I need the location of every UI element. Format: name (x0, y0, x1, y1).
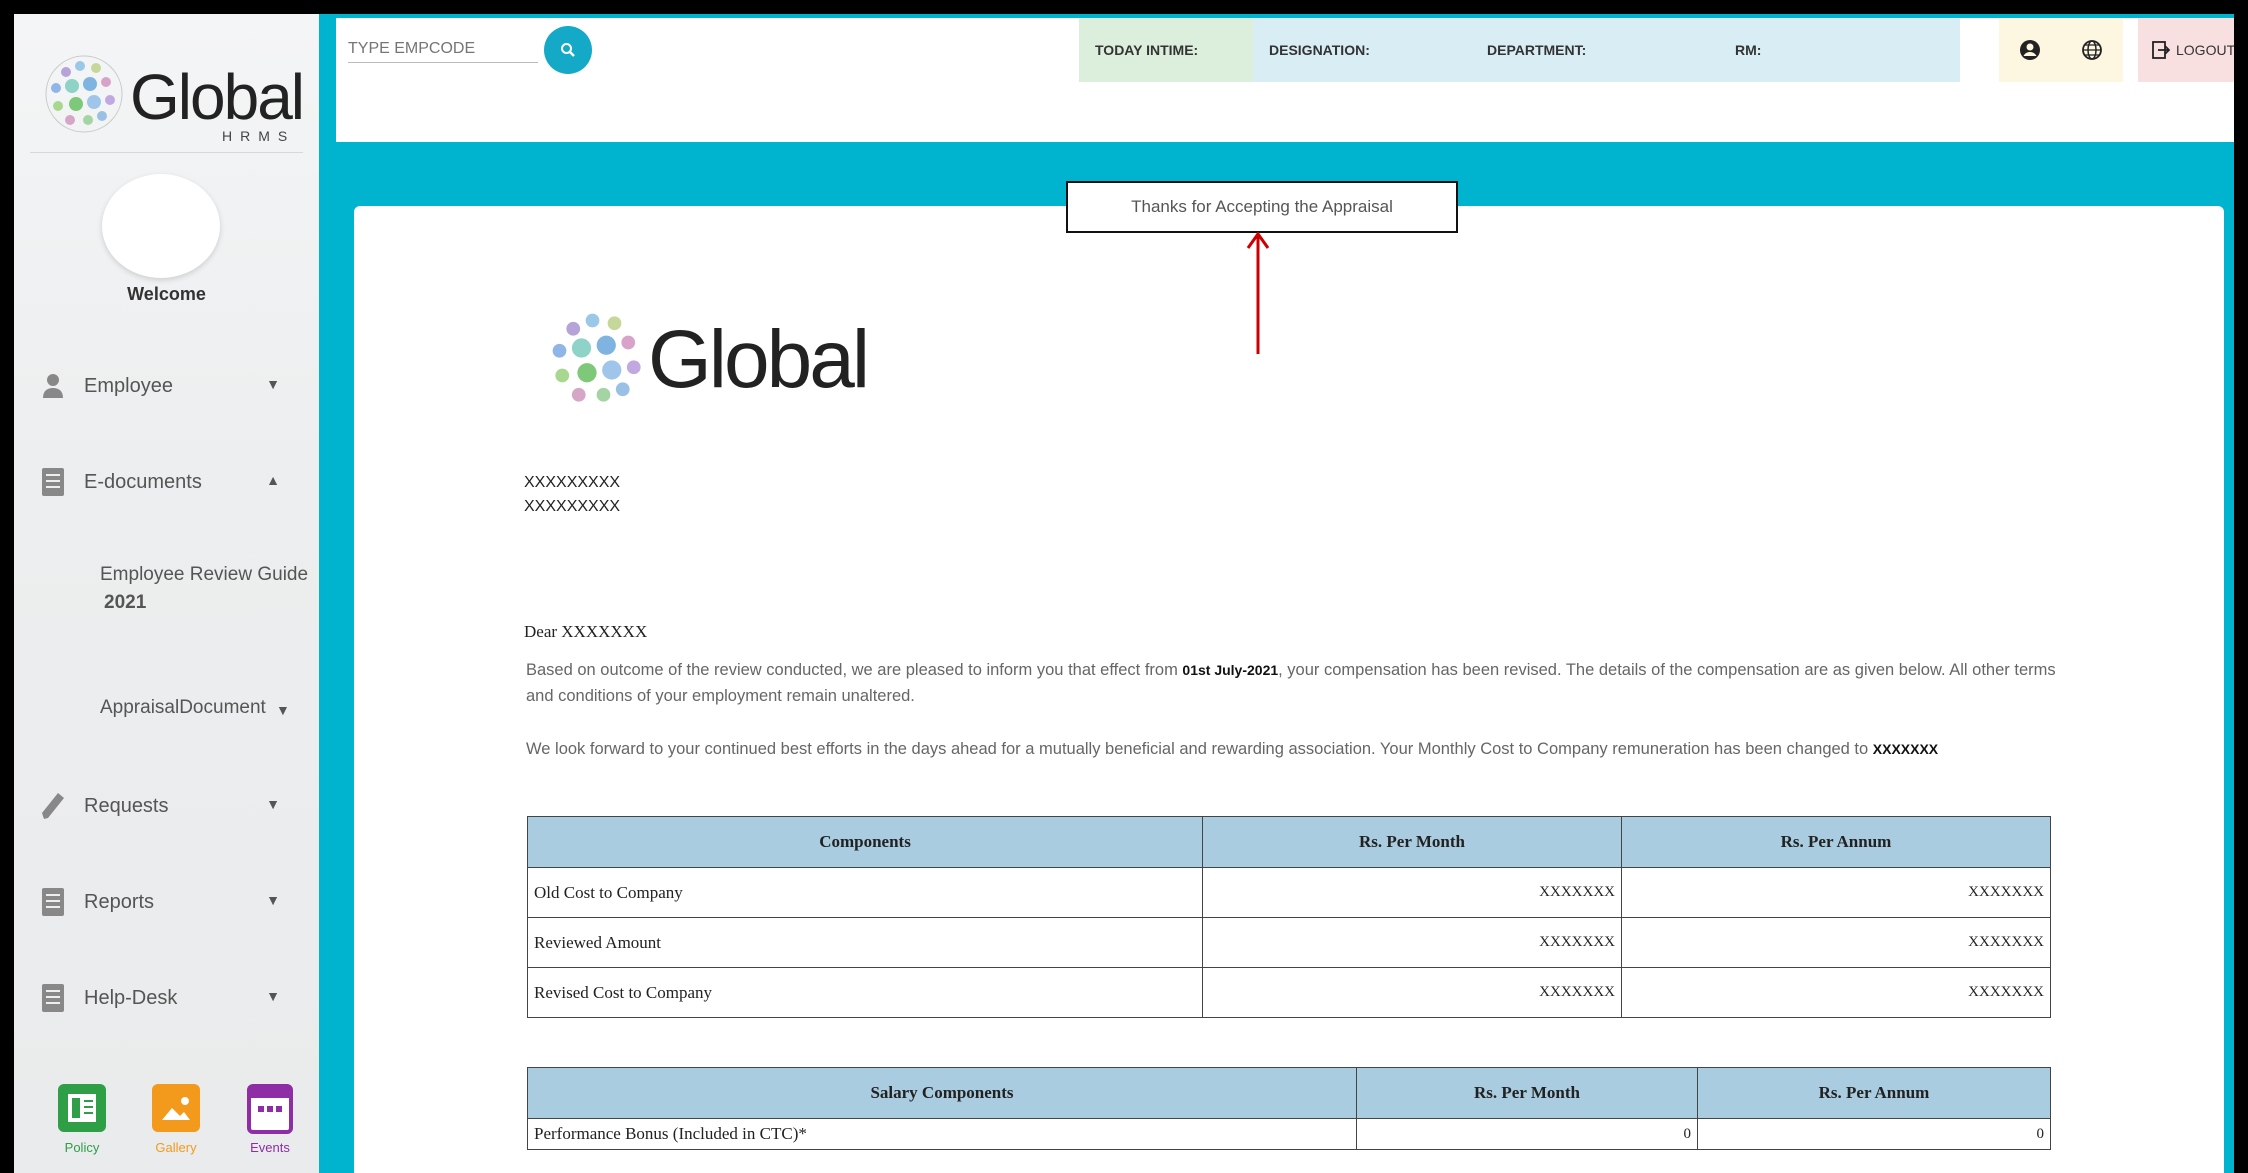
salary-components-table: Salary Components Rs. Per Month Rs. Per … (527, 1067, 2051, 1150)
avatar[interactable] (102, 174, 220, 278)
app-logo[interactable]: Global HRMS (44, 38, 305, 148)
arrow-up-icon (1246, 231, 1270, 354)
address-line-2: XXXXXXXXX (524, 498, 621, 515)
logout-button[interactable]: LOGOUT (2138, 18, 2234, 82)
user-button[interactable] (1999, 18, 2061, 82)
sidebar-item-requests[interactable]: Requests ▼ (36, 786, 298, 826)
sidebar-item-employee[interactable]: Employee ▼ (36, 366, 298, 406)
sidebar-subitem-appraisal-document[interactable]: AppraisalDocument ▼ (100, 694, 300, 722)
pencil-icon (36, 789, 70, 823)
compensation-table: Components Rs. Per Month Rs. Per Annum O… (527, 816, 2051, 1018)
table-row: Performance Bonus (Included in CTC)* 0 0 (527, 1118, 2051, 1150)
language-button[interactable] (2061, 18, 2123, 82)
per-month-cell: XXXXXXX (1202, 917, 1622, 968)
user-circle-icon (2020, 40, 2040, 60)
policy-icon (58, 1084, 106, 1132)
table-row: Revised Cost to Company XXXXXXX XXXXXXX (527, 967, 2051, 1018)
para1-start: Based on outcome of the review conducted… (526, 661, 1183, 679)
effective-date: 01st July-2021 (1182, 662, 1279, 678)
caret-down-icon: ▼ (266, 892, 280, 908)
designation: DESIGNATION: (1253, 18, 1487, 82)
rm: RM: (1719, 18, 1960, 82)
welcome-label: Welcome (127, 284, 206, 304)
policy-label: Policy (64, 1140, 100, 1155)
empcode-input[interactable] (348, 36, 538, 63)
subitem-label-line1: Employee Review Guide (100, 564, 309, 585)
per-annum-cell: XXXXXXX (1621, 967, 2051, 1018)
department: DEPARTMENT: (1471, 18, 1735, 82)
search-icon (561, 43, 575, 57)
column-header: Rs. Per Annum (1697, 1067, 2051, 1119)
para2-start: We look forward to your continued best e… (526, 740, 1873, 758)
caret-down-icon: ▼ (266, 988, 280, 1004)
today-intime: TODAY INTIME: (1079, 18, 1255, 82)
sidebar-divider (30, 152, 303, 153)
logout-icon (2152, 41, 2170, 59)
greeting: Dear XXXXXXX (524, 622, 648, 641)
paragraph-effective-date: Based on outcome of the review conducted… (526, 657, 2056, 709)
caret-up-icon: ▲ (266, 472, 280, 488)
search-button[interactable] (544, 26, 592, 74)
sidebar-item-e-documents[interactable]: E-documents ▲ (36, 462, 298, 502)
person-icon (36, 369, 70, 403)
sidebar-subitem-employee-review-guide[interactable]: Employee Review Guide 2021 (100, 561, 308, 617)
document-icon (36, 981, 70, 1015)
column-header: Rs. Per Month (1356, 1067, 1698, 1119)
paragraph-remuneration: We look forward to your continued best e… (526, 736, 2056, 762)
subitem-label: AppraisalDocument (100, 697, 266, 718)
document-icon (36, 885, 70, 919)
sidebar-item-label: Employee (84, 374, 173, 397)
appraisal-accepted-notice: Thanks for Accepting the Appraisal (1066, 181, 1458, 233)
monthly-ctc-value: XXXXXXX (1872, 741, 1939, 757)
sidebar-item-label: Help-Desk (84, 986, 178, 1009)
sidebar-item-label: Requests (84, 794, 169, 817)
component-cell: Performance Bonus (Included in CTC)* (527, 1118, 1357, 1150)
sidebar-item-label: E-documents (84, 470, 202, 493)
policy-link[interactable]: Policy (42, 1084, 122, 1155)
logo-dots-icon (45, 55, 123, 133)
gallery-link[interactable]: Gallery (136, 1084, 216, 1155)
address-line-1: XXXXXXXXX (524, 474, 621, 491)
per-month-cell: 0 (1356, 1118, 1698, 1150)
logo-subtext: HRMS (222, 128, 296, 144)
gallery-label: Gallery (155, 1140, 197, 1155)
document-logo-text: Global (648, 314, 870, 405)
table-header-row: Salary Components Rs. Per Month Rs. Per … (527, 1067, 2051, 1119)
logo-text: Global (130, 61, 305, 133)
document-icon (36, 465, 70, 499)
column-header: Rs. Per Month (1202, 816, 1622, 868)
subitem-label-line2: 2021 (104, 592, 147, 613)
table-row: Old Cost to Company XXXXXXX XXXXXXX (527, 867, 2051, 918)
per-annum-cell: XXXXXXX (1621, 917, 2051, 968)
column-header: Components (527, 816, 1203, 868)
per-annum-cell: XXXXXXX (1621, 867, 2051, 918)
sidebar: Global HRMS Welcome Employee ▼ E-documen… (14, 14, 319, 1173)
calendar-icon (247, 1084, 293, 1134)
column-header: Rs. Per Annum (1621, 816, 2051, 868)
caret-down-icon: ▼ (266, 796, 280, 812)
sidebar-item-help-desk[interactable]: Help-Desk ▼ (36, 978, 298, 1018)
caret-down-icon: ▼ (276, 702, 290, 718)
gallery-icon (152, 1084, 200, 1132)
component-cell: Revised Cost to Company (527, 967, 1203, 1018)
per-month-cell: XXXXXXX (1202, 967, 1622, 1018)
top-bar: TODAY INTIME: DESIGNATION: DEPARTMENT: R… (336, 18, 2234, 142)
per-month-cell: XXXXXXX (1202, 867, 1622, 918)
caret-down-icon: ▼ (266, 376, 280, 392)
logout-label: LOGOUT (2176, 42, 2234, 58)
per-annum-cell: 0 (1697, 1118, 2051, 1150)
sidebar-item-reports[interactable]: Reports ▼ (36, 882, 298, 922)
globe-icon (2082, 40, 2102, 60)
logo-dots-icon (552, 313, 641, 402)
events-link[interactable]: Events (230, 1084, 310, 1155)
quick-links: Policy Gallery Events (44, 1084, 304, 1173)
column-header: Salary Components (527, 1067, 1357, 1119)
component-cell: Old Cost to Company (527, 867, 1203, 918)
document-logo: Global (543, 295, 903, 425)
component-cell: Reviewed Amount (527, 917, 1203, 968)
table-header-row: Components Rs. Per Month Rs. Per Annum (527, 816, 2051, 868)
sidebar-item-label: Reports (84, 890, 155, 913)
events-label: Events (250, 1140, 290, 1155)
table-row: Reviewed Amount XXXXXXX XXXXXXX (527, 917, 2051, 968)
